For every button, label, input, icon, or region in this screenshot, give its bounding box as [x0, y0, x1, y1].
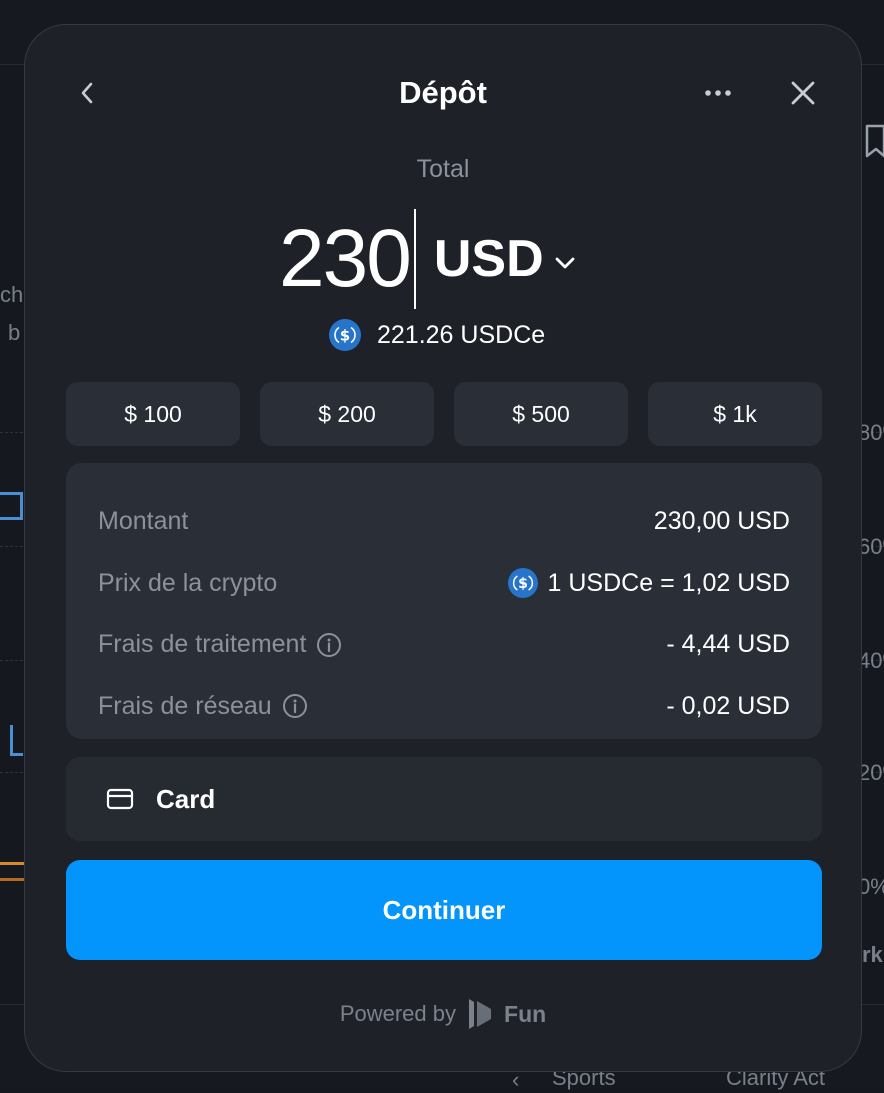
svg-text:$: $: [340, 327, 350, 345]
preset-button-1k[interactable]: $ 1k: [648, 382, 822, 446]
continue-button[interactable]: Continuer: [66, 860, 822, 960]
amount-value: 230,00 USD: [653, 507, 790, 536]
summary-row: Frais de traitement - 4,44 USD: [98, 614, 790, 676]
background-chart-line: [10, 725, 23, 756]
background-text: ch: [0, 282, 24, 307]
conversion-text: 221.26 USDCe: [377, 320, 546, 349]
fun-logo-icon: [469, 999, 492, 1029]
usdc-coin-icon: $: [507, 568, 538, 599]
background-chart-line: [0, 492, 23, 520]
preset-button-200[interactable]: $ 200: [260, 382, 434, 446]
close-icon: [791, 81, 815, 105]
text-caret: [413, 209, 416, 309]
processing-fee-label-text: Frais de traitement: [98, 630, 307, 659]
summary-row: Frais de réseau - 0,02 USD: [98, 676, 790, 738]
currency-code: USD: [433, 230, 544, 288]
svg-text:$: $: [518, 576, 528, 592]
deposit-modal: Dépôt Total 230 USD $ 221.26 USDCe $ 100…: [24, 24, 862, 1072]
summary-row: Prix de la crypto $ 1 USDCe = 1,02 USD: [98, 553, 790, 615]
processing-fee-value: - 4,44 USD: [666, 630, 790, 659]
processing-fee-label: Frais de traitement: [98, 630, 342, 659]
payment-method-card[interactable]: Card: [66, 757, 822, 841]
summary-panel: Montant 230,00 USD Prix de la crypto $ 1…: [66, 463, 822, 739]
info-icon-glyph: [317, 632, 342, 657]
powered-by: Powered by Fun: [25, 997, 861, 1031]
crypto-price-text: 1 USDCe = 1,02 USD: [547, 568, 790, 597]
chevron-down-icon: [555, 257, 575, 269]
network-fee-label: Frais de réseau: [98, 692, 308, 721]
info-icon[interactable]: [316, 632, 342, 658]
preset-button-100[interactable]: $ 100: [66, 382, 240, 446]
powered-by-text: Powered by: [339, 1001, 457, 1026]
amount-input[interactable]: 230: [279, 209, 412, 309]
summary-row: Montant 230,00 USD: [98, 491, 790, 553]
background-text: rk: [862, 942, 883, 967]
amount-label: Montant: [98, 507, 189, 536]
close-button[interactable]: [781, 73, 825, 113]
currency-selector[interactable]: USD: [434, 209, 576, 309]
bookmark-icon: [865, 124, 884, 158]
usdc-coin-icon: $: [329, 319, 361, 351]
more-horizontal-icon: [705, 90, 731, 96]
network-fee-label-text: Frais de réseau: [98, 691, 272, 720]
brand-name: Fun: [504, 1000, 547, 1027]
amount-row: 230 USD: [279, 209, 576, 309]
total-label: Total: [416, 155, 470, 183]
info-icon-glyph: [282, 694, 307, 719]
credit-card-icon: [106, 788, 134, 810]
conversion-row: $ 221.26 USDCe: [329, 315, 545, 355]
preset-amounts: $ 100 $ 200 $ 500 $ 1k: [66, 382, 822, 446]
crypto-price-label: Prix de la crypto: [98, 568, 278, 597]
more-options-button[interactable]: [697, 73, 739, 113]
crypto-price-value: $ 1 USDCe = 1,02 USD: [507, 568, 790, 599]
network-fee-value: - 0,02 USD: [666, 691, 790, 720]
info-icon[interactable]: [282, 693, 308, 719]
background-text: b: [8, 320, 21, 345]
preset-button-500[interactable]: $ 500: [454, 382, 628, 446]
payment-method-label: Card: [156, 783, 216, 814]
